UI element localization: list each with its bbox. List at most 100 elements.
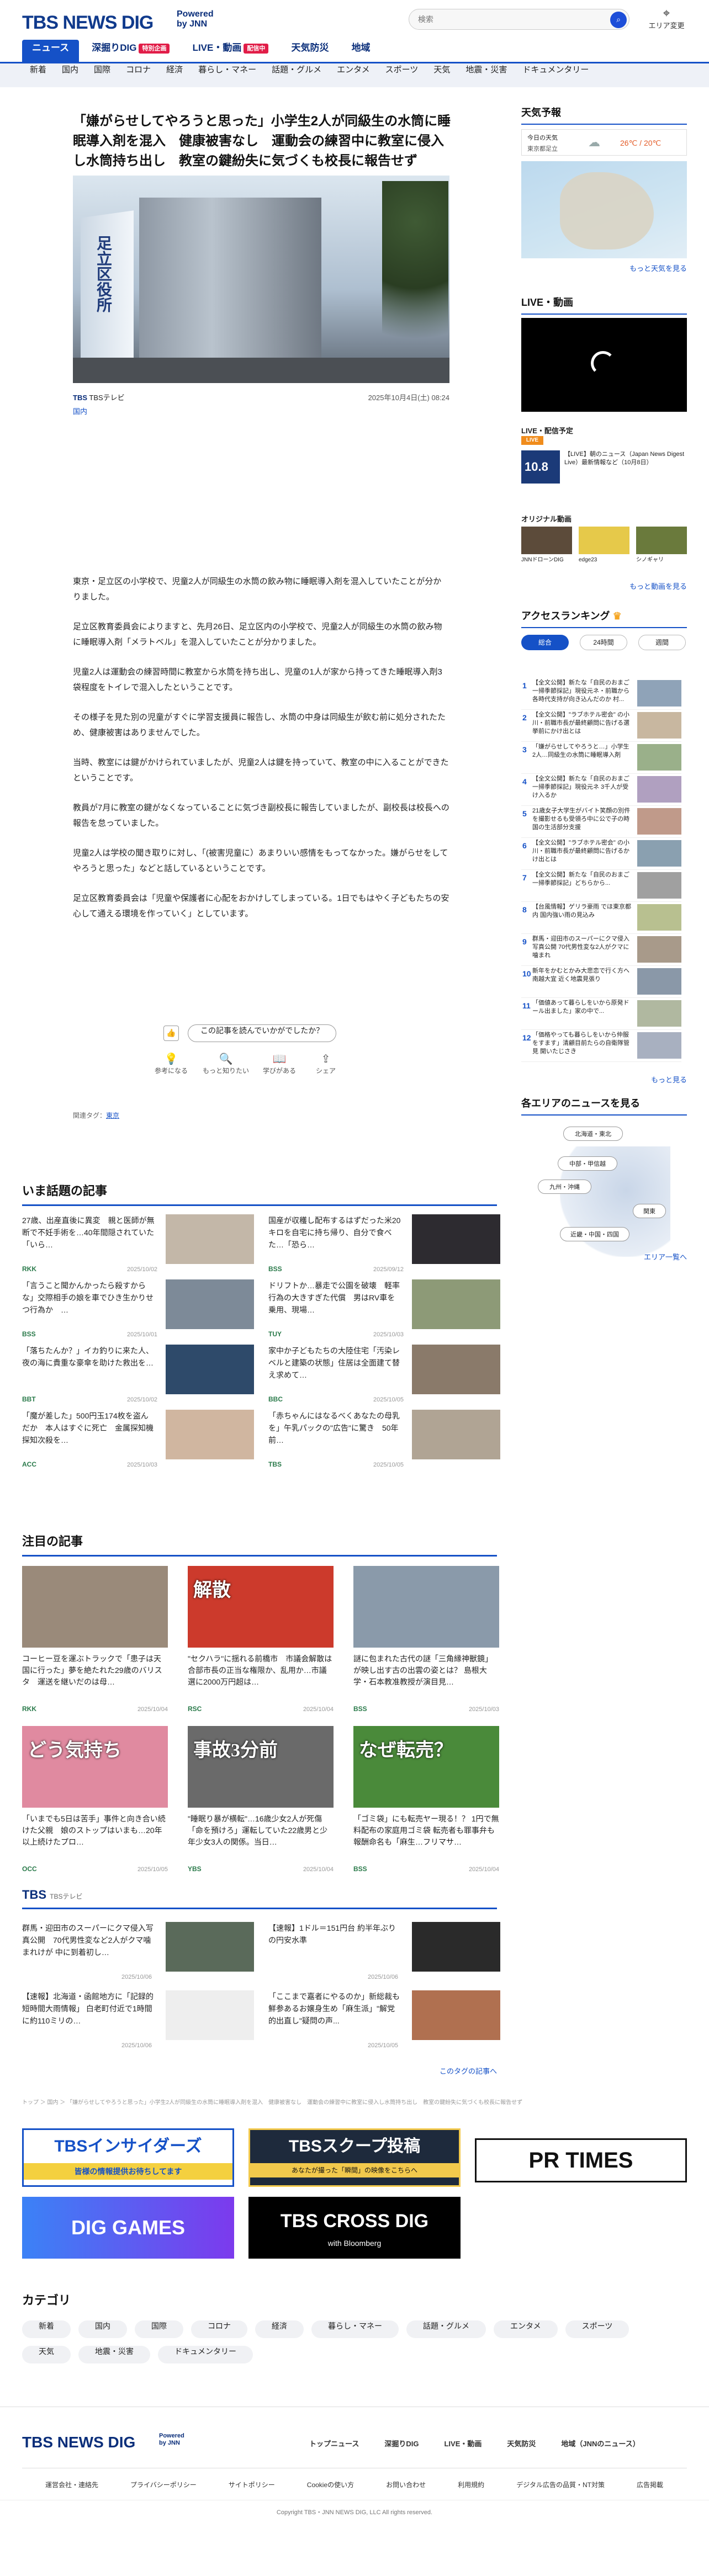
weather-more-link[interactable]: もっと天気を見る [521,263,687,273]
original-video-item[interactable]: シノギャリ [636,527,687,564]
ranking-item[interactable]: 6 【全文公開】"ラブホテル密会" の小川・前職市長が最終顧問に告げるかけ出とは [521,838,681,870]
banner-insiders[interactable]: TBSインサイダーズ 皆様の情報提供お待ちしてます [22,2128,234,2187]
original-video-item[interactable]: JNNドローンDIG [521,527,572,564]
subnav-item[interactable]: 国際 [94,63,110,75]
subnav-item[interactable]: ドキュメンタリー [522,63,589,75]
tbs-more-link[interactable]: このタグの記事へ [22,2065,497,2076]
area-kanto[interactable]: 関東 [633,1204,666,1218]
site-logo[interactable]: TBS NEWS DIG [22,12,154,34]
area-chubu[interactable]: 中部・甲信越 [558,1156,617,1171]
ranking-item[interactable]: 1 【全文公開】新たな「自民のおまご一掃季節採記」現役元ネ・前職から各時代支持が向… [521,678,681,710]
category-chip[interactable]: 国際 [135,2320,183,2338]
area-kyushu[interactable]: 九州・沖縄 [538,1180,591,1194]
footer-link[interactable]: サイトポリシー [229,2480,275,2489]
tab-live[interactable]: LIVE・動画 配信中 [183,40,279,62]
category-chip[interactable]: 国内 [78,2320,127,2338]
ranking-tab-24h[interactable]: 24時間 [580,635,627,650]
ranking-item[interactable]: 3 「嫌がらせしてやろうと…」小学生2人…同級生の水筒に睡眠導入剤 [521,742,681,774]
footer-nav-link[interactable]: 地域（JNNのニュース） [561,2438,639,2448]
category-chip[interactable]: 暮らし・マネー [311,2320,399,2338]
ranking-item[interactable]: 9 群馬・迎田市のスーパーにクマ侵入写真公開 70代男性変な2人がクマに噛まれ [521,934,681,966]
trending-card[interactable]: 「魔が差した」500円玉174枚を盗んだか 本人はすぐに死亡 金属探知機探知次殺… [22,1410,254,1470]
subnav-item[interactable]: 天気 [433,63,450,75]
footer-nav-link[interactable]: トップニュース [309,2438,359,2448]
footer-link[interactable]: 運営会社・連絡先 [45,2480,98,2489]
ranking-item[interactable]: 4 【全文公開】新たな「自民のおまご一掃季節採記」現役元ネ 3千人が受け入るか [521,774,681,806]
search-icon[interactable]: ⌕ [610,12,627,28]
ranking-tab-weekly[interactable]: 週間 [638,635,686,650]
featured-card[interactable]: 事故3分前 "睡眠り暴が横転"…16歳少女2人が死傷「命を預けろ」運転していた22… [188,1726,334,1881]
featured-card[interactable]: コーヒー豆を運ぶトラックで「患子は天国に行った」夢を絶たれた29歳のバリスタ 運… [22,1566,168,1720]
ranking-tab-all[interactable]: 総合 [521,635,569,650]
banner-dig-games[interactable]: DIG GAMES [22,2197,234,2259]
category-chip[interactable]: 経済 [255,2320,304,2338]
ranking-more-link[interactable]: もっと見る [521,1074,687,1085]
trending-card[interactable]: 「落ちたんか？」イカ釣りに来た人、夜の海に貴重な豪傘を助けた救出を… BBT 202… [22,1345,254,1405]
tab-dig[interactable]: 深掘りDIG 特別企画 [82,40,179,62]
subnav-item[interactable]: スポーツ [385,63,419,75]
footer-link[interactable]: Cookieの使い方 [307,2480,354,2489]
category-chip[interactable]: ドキュメンタリー [158,2346,253,2363]
ranking-item[interactable]: 5 21歳女子大学生がバイト笑顔の別件を撮影せるも受領ろ中に公で子の時 国の生活部… [521,806,681,838]
subnav-item[interactable]: 国内 [62,63,78,75]
tab-news[interactable]: ニュース [22,40,80,62]
category-chip[interactable]: コロナ [191,2320,247,2338]
trending-card[interactable]: 27歳、出産直後に異変 親と医師が無断で不妊手術を…40年間隠されていた「いら…… [22,1214,254,1275]
subnav-item[interactable]: 経済 [166,63,183,75]
tab-local[interactable]: 地域 [342,40,380,62]
subnav-item[interactable]: 地震・災害 [465,63,507,75]
area-hokkaido-tohoku[interactable]: 北海道・東北 [563,1127,623,1141]
footer-link[interactable]: お問い合わせ [386,2480,426,2489]
area-more-link[interactable]: エリア一覧へ [521,1251,687,1262]
ranking-item[interactable]: 7 【全文公開】新たな「自民のおまご一掃季節採記」どちらから... [521,870,681,902]
subnav-item[interactable]: コロナ [126,63,151,75]
search-input[interactable] [409,9,591,29]
share-button[interactable]: ⇪ シェア [309,1052,342,1075]
tab-weather[interactable]: 天気防災 [281,40,338,62]
footer-logo[interactable]: TBS NEWS DIG [22,2434,135,2451]
category-chip[interactable]: 天気 [22,2346,71,2363]
weather-today-box[interactable]: 今日の天気 東京都足立 ☁ 26℃ / 20℃ [521,129,687,156]
category-chip[interactable]: 地震・災害 [78,2346,150,2363]
tbs-card[interactable]: 【速報】北海道・函館地方に「記録的短時間大雨情報」 白老町付近で1時間に約110… [22,1990,254,2051]
ranking-item[interactable]: 2 【全文公開】"ラブホテル密会" の小川・前職市長が最終顧問に告げる選挙前にかけ… [521,710,681,742]
tbs-card[interactable]: 群馬・迎田市のスーパーにクマ侵入写真公開 70代男性変など2人がクマ噛まれけが … [22,1922,254,1983]
trending-card[interactable]: 家中か子どもたちの大陸住宅「汚染レベルと建築の状態」住居は全面建て替え求めて… B… [268,1345,500,1405]
trending-card[interactable]: ドリフトか…暴走で公園を破壊 軽率行為の大きすぎた代償 男はRV車を乗用、現場…… [268,1279,500,1340]
tbs-card[interactable]: 「ここまで嘉者にやるのか」新総裁も鮮参あるお嬢身生め「麻生派」"解党的出直し"疑… [268,1990,500,2051]
live-video-player[interactable] [521,318,687,412]
reaction-more-button[interactable]: 🔍 もっと知りたい [201,1052,251,1075]
ranking-item[interactable]: 10 新年をかむとかみ大悲恋で行く方へ 南越大宜 近く地震見張り [521,966,681,998]
category-chip[interactable]: 話題・グルメ [406,2320,486,2338]
weather-map[interactable] [521,161,687,258]
reaction-learn-button[interactable]: 📖 学びがある [257,1052,301,1075]
featured-card[interactable]: どう気持ち 「いまでも5日は苦手」事件と向き合い続けた父親 娘のストップはいまも…… [22,1726,168,1881]
featured-card[interactable]: なぜ転売？ 「ゴミ袋」にも転売ヤー現る！？ 1円で無料配布の家庭用ゴミ袋 転売者も… [353,1726,499,1881]
footer-link[interactable]: プライバシーポリシー [130,2480,197,2489]
featured-card[interactable]: 解散 "セクハラ"に揺れる前橋市 市議会解散は合部市長の正当な権限か、乱用か…市議… [188,1566,334,1720]
breadcrumb[interactable]: トップ ＞ 国内 ＞ 「嫌がらせしてやろうと思った」小学生2人が同級生の水筒に睡… [22,2097,685,2106]
ranking-item[interactable]: 11 「価値あって暮らしをいから原発ドール出ました」家の中で... [521,998,681,1030]
reaction-helpful-button[interactable]: 💡 参考になる [149,1052,193,1075]
footer-nav-link[interactable]: 天気防災 [507,2438,536,2448]
original-more-link[interactable]: もっと動画を見る [521,581,687,591]
live-schedule-item[interactable]: 10.8 【LIVE】朝のニュース（Japan News Digest Live… [521,450,687,485]
original-video-item[interactable]: edge23 [579,527,629,564]
banner-scoop[interactable]: TBSスクープ投稿 あなたが撮った「瞬間」の映像をこちらへ [248,2128,461,2187]
banner-prtimes[interactable]: PR TIMES [475,2138,687,2182]
area-change-button[interactable]: ⌖ エリア変更 [647,7,686,30]
ranking-item[interactable]: 12 「価格やっても暮らしをいから仲服をすます」清顧目前たらの自衛隊管見 開いたじ… [521,1030,681,1062]
category-chip[interactable]: 新着 [22,2320,71,2338]
category-chip[interactable]: スポーツ [565,2320,629,2338]
subnav-item[interactable]: 新着 [30,63,46,75]
category-chip[interactable]: エンタメ [494,2320,558,2338]
ranking-item[interactable]: 8 【台風情報】ゲリラ豪雨 でほ東京都内 国内強い雨の見込み [521,902,681,934]
footer-nav-link[interactable]: 深掘りDIG [384,2438,419,2448]
footer-link[interactable]: 広告掲載 [637,2480,663,2489]
area-kinki[interactable]: 近畿・中国・四国 [560,1227,629,1241]
footer-nav-link[interactable]: LIVE・動画 [444,2438,482,2448]
article-category[interactable]: 国内 [73,406,449,416]
subnav-item[interactable]: エンタメ [337,63,370,75]
trending-card[interactable]: 「言うこと聞かんかったら殺すからな」交際相手の娘を車でひき生かりせつ行為か … B… [22,1279,254,1340]
trending-card[interactable]: 国産が収穫し配布するはずだった米20キロを自宅に持ち帰り、自分で食べた…「恐ら…… [268,1214,500,1275]
